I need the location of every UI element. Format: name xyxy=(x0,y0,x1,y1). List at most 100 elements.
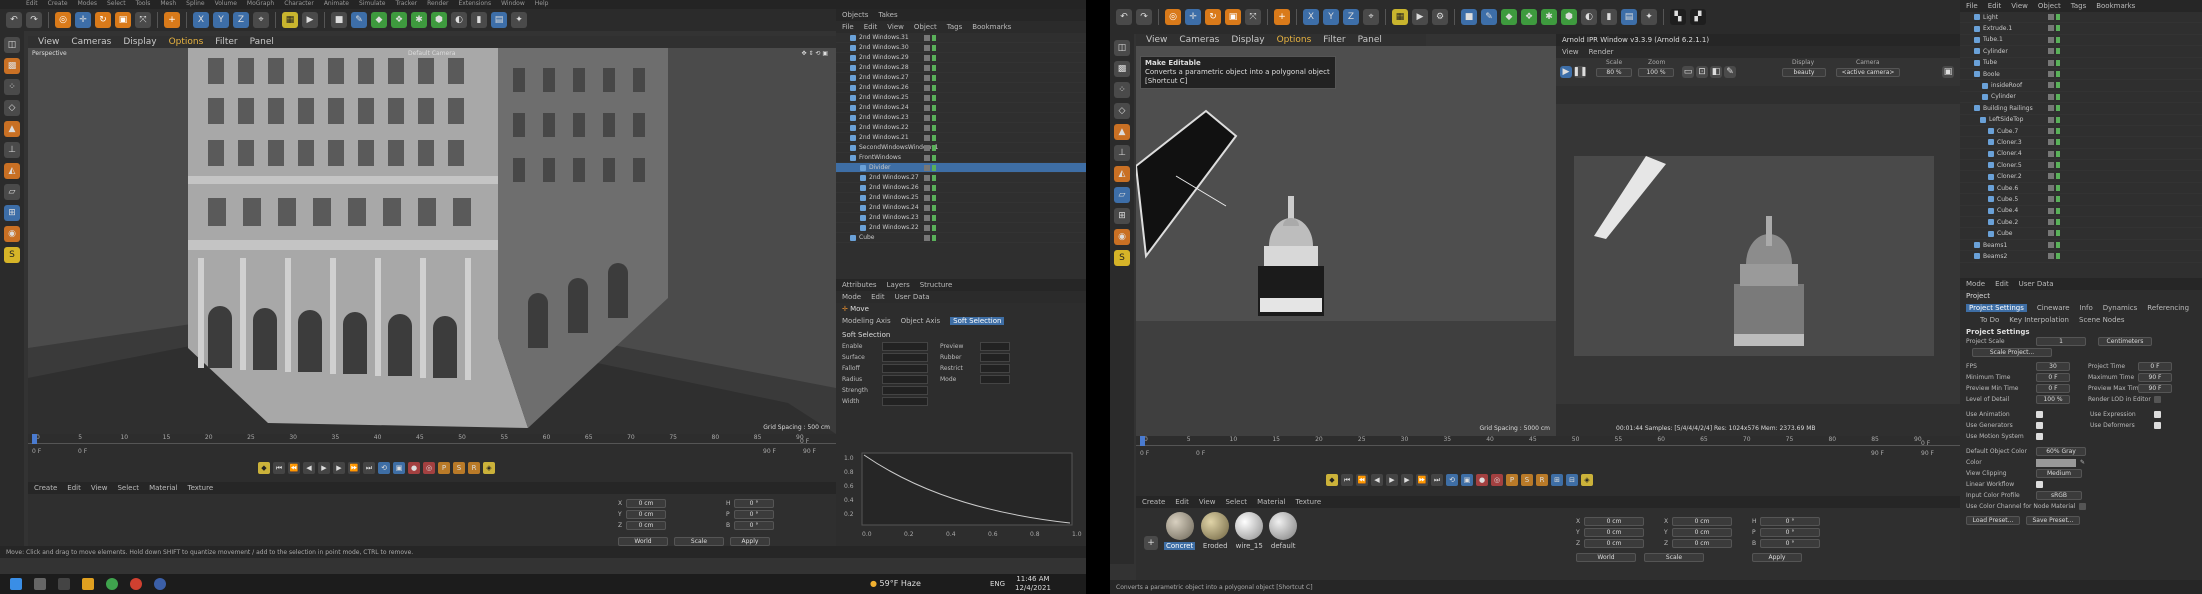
default-color-dropdown[interactable]: 60% Gray xyxy=(2036,447,2086,456)
timeline-ruler[interactable]: 0 5 10 15 20 25 30 35 40 45 50 55 60 65 70 75 80 85 90 xyxy=(28,434,836,444)
menu-item[interactable]: Animate xyxy=(324,0,349,9)
grid-icon[interactable]: ▤ xyxy=(1621,9,1637,25)
menu-item[interactable]: Edit xyxy=(26,0,38,9)
enable-check[interactable] xyxy=(2056,93,2060,100)
enable-check[interactable] xyxy=(932,95,936,101)
viewport-menu-item[interactable]: Panel xyxy=(1358,35,1382,45)
scale-dropdown[interactable]: Scale xyxy=(674,537,724,546)
attributes-subtab[interactable]: Soft Selection xyxy=(950,317,1005,325)
project-tab[interactable]: Dynamics xyxy=(2103,304,2138,312)
object-row[interactable]: insideRoof xyxy=(1960,80,2202,92)
node-color-checkbox[interactable] xyxy=(2079,503,2087,510)
menu-item[interactable]: MoGraph xyxy=(247,0,274,9)
plugin-s-icon[interactable]: S xyxy=(1114,250,1130,266)
visibility-dots[interactable] xyxy=(2048,207,2054,214)
menu-item[interactable]: Spline xyxy=(186,0,204,9)
autokey-icon[interactable]: ◎ xyxy=(423,462,435,474)
loop-icon[interactable]: ⟲ xyxy=(1446,474,1458,486)
object-row[interactable]: Divider xyxy=(836,163,1086,173)
project-units-dropdown[interactable]: Centimeters xyxy=(2098,337,2152,346)
scale-icon[interactable]: ▣ xyxy=(1225,9,1241,25)
motion-icon[interactable]: ◈ xyxy=(1581,474,1593,486)
checker-icon[interactable]: ▩ xyxy=(1114,61,1130,77)
coordinate-system-icon[interactable]: ⌖ xyxy=(253,12,269,28)
project-time-field[interactable]: 0 F xyxy=(2138,362,2172,371)
camera-icon[interactable]: ▮ xyxy=(471,12,487,28)
timeline-ruler[interactable]: 0 5 10 15 20 25 30 35 40 45 50 55 60 65 70 75 80 85 90 xyxy=(1136,436,1960,446)
render-view-icon[interactable]: ▦ xyxy=(1392,9,1408,25)
motion-icon[interactable]: ◈ xyxy=(483,462,495,474)
polygons-mode-icon[interactable]: ▲ xyxy=(4,121,20,137)
visibility-dots[interactable] xyxy=(924,145,930,151)
deformer-icon[interactable]: ⬢ xyxy=(1561,9,1577,25)
menu-item[interactable]: Create xyxy=(48,0,68,9)
plugin-s-icon[interactable]: S xyxy=(4,247,20,263)
add-icon[interactable]: + xyxy=(164,12,180,28)
grid-icon[interactable]: ▤ xyxy=(491,12,507,28)
object-row[interactable]: Cloner.2 xyxy=(1960,171,2202,183)
viewport-menu-item[interactable]: Filter xyxy=(1323,35,1345,45)
visibility-dots[interactable] xyxy=(2048,59,2054,66)
material-swatch[interactable]: wire_15 xyxy=(1235,512,1264,550)
visibility-dots[interactable] xyxy=(924,195,930,201)
enable-check[interactable] xyxy=(2056,162,2060,169)
enable-check[interactable] xyxy=(932,115,936,121)
object-row[interactable]: Cube xyxy=(836,233,1086,243)
menu-item[interactable]: Help xyxy=(535,0,549,9)
attributes-menu-item[interactable]: Edit xyxy=(871,293,885,301)
enable-check[interactable] xyxy=(2056,14,2060,20)
subdivision-icon[interactable]: ◆ xyxy=(1501,9,1517,25)
scale-dropdown[interactable]: Scale xyxy=(1644,553,1704,562)
live-selection-icon[interactable]: ◎ xyxy=(1165,9,1181,25)
goto-start-icon[interactable]: ⏮ xyxy=(1341,474,1353,486)
enable-check[interactable] xyxy=(2056,173,2060,180)
visibility-dots[interactable] xyxy=(924,45,930,51)
coord-angle[interactable]: 0 ° xyxy=(1760,539,1820,548)
coord-value-mid[interactable]: 0 cm xyxy=(1672,517,1732,526)
points-mode-icon[interactable]: ⁘ xyxy=(4,79,20,95)
soft-prop-right-field[interactable] xyxy=(980,375,1010,384)
snap-icon[interactable]: ⊞ xyxy=(4,205,20,221)
key-position-icon[interactable]: P xyxy=(438,462,450,474)
object-row[interactable]: Cube.6 xyxy=(1960,183,2202,195)
visibility-dots[interactable] xyxy=(924,115,930,121)
solo-icon[interactable]: ◉ xyxy=(4,226,20,242)
check-box[interactable] xyxy=(2154,422,2161,429)
object-row[interactable]: 2nd Windows.25 xyxy=(836,93,1086,103)
menu-item[interactable]: Simulate xyxy=(359,0,386,9)
objects-menu-item[interactable]: View xyxy=(2011,2,2028,10)
viewport-menu-item[interactable]: Display xyxy=(123,37,156,47)
soft-prop-right-field[interactable] xyxy=(980,364,1010,373)
chrome-icon[interactable] xyxy=(106,578,118,590)
ipr-camera-dropdown[interactable]: <active camera> xyxy=(1836,68,1900,77)
viewport-menu-item[interactable]: Display xyxy=(1231,35,1264,45)
playhead[interactable] xyxy=(1140,436,1145,446)
linear-workflow-checkbox[interactable] xyxy=(2036,481,2043,488)
soft-prop-field[interactable] xyxy=(882,364,928,373)
clapper-render-icon[interactable]: ▞ xyxy=(1690,9,1706,25)
snap-icon[interactable]: ⊞ xyxy=(1114,208,1130,224)
menu-item[interactable]: Select xyxy=(107,0,126,9)
axis-mode-icon[interactable]: ⊥ xyxy=(1114,145,1130,161)
material-menu-item[interactable]: Material xyxy=(1257,498,1285,506)
enable-check[interactable] xyxy=(932,105,936,111)
visibility-dots[interactable] xyxy=(924,125,930,131)
deformer-icon[interactable]: ⬢ xyxy=(431,12,447,28)
visibility-dots[interactable] xyxy=(2048,14,2054,20)
visibility-dots[interactable] xyxy=(2048,36,2054,43)
enable-check[interactable] xyxy=(932,45,936,51)
next-key-icon[interactable]: ⏩ xyxy=(348,462,360,474)
ipr-zoom-field[interactable]: 100 % xyxy=(1638,68,1674,77)
redo-icon[interactable]: ↷ xyxy=(26,12,42,28)
attributes-menu-item[interactable]: User Data xyxy=(895,293,930,301)
visibility-dots[interactable] xyxy=(924,85,930,91)
search-icon[interactable] xyxy=(34,578,46,590)
soft-prop-right-field[interactable] xyxy=(980,353,1010,362)
z-axis-icon[interactable]: Z xyxy=(233,12,249,28)
key-scale-icon[interactable]: S xyxy=(453,462,465,474)
material-menu-item[interactable]: View xyxy=(1199,498,1216,506)
render-icon[interactable]: ▶ xyxy=(302,12,318,28)
eyedropper-icon[interactable]: ✎ xyxy=(2080,459,2085,466)
attributes-tab[interactable]: Attributes xyxy=(842,281,877,289)
perspective-viewport[interactable]: Perspective Default Camera ✥ ⇕ ⟲ ▣ Grid … xyxy=(28,48,836,434)
